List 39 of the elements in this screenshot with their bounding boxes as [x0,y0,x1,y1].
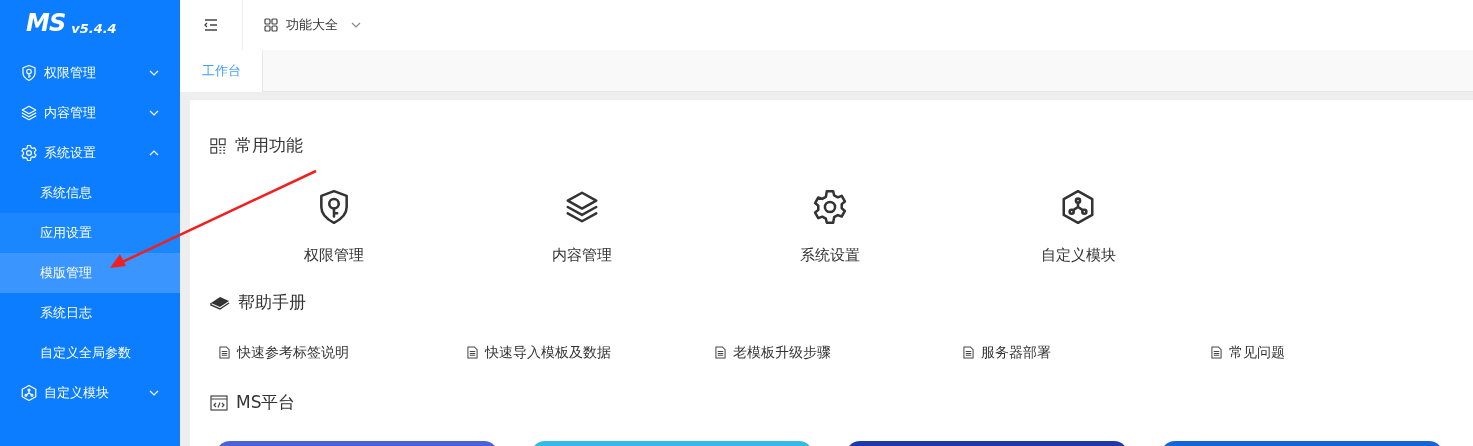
settings-icon [811,188,849,226]
section-title: 帮助手册 [238,290,306,314]
section-title: 常用功能 [235,134,303,158]
shield-key-icon [20,64,38,82]
shortcut-tile[interactable]: 内容管理 [458,188,706,267]
shortcut-tile[interactable]: 权限管理 [210,188,458,267]
book-icon [210,295,230,310]
help-link[interactable]: 快速参考标签说明 [219,342,467,363]
sidebar-submenu-item[interactable]: 系统日志 [0,293,180,333]
help-link[interactable]: 常见问题 [1211,342,1459,363]
shortcut-tile[interactable]: 自定义模块 [954,188,1202,267]
grid-icon [210,137,227,155]
document-icon [715,346,726,359]
code-window-icon [210,394,228,411]
document-icon [963,346,974,359]
document-icon [467,346,478,359]
sidebar-menu-item[interactable]: 内容管理 [0,93,180,133]
sidebar-submenu-item[interactable]: 应用设置 [0,213,180,253]
document-icon [219,346,230,359]
menu-icon [204,19,218,31]
section-title: MS平台 [236,390,296,414]
sidebar-menu-item[interactable]: 系统设置 [0,133,180,173]
grid-icon [264,18,278,32]
document-icon [1211,346,1222,359]
hexagon-nodes-icon [1059,188,1097,226]
sidebar-submenu-item[interactable]: 自定义全局参数 [0,333,180,373]
sidebar-menu-item[interactable]: 自定义模块 [0,373,180,413]
hexagon-nodes-icon [20,384,38,402]
settings-icon [20,144,38,162]
sidebar-menu-item[interactable]: 权限管理 [0,53,180,93]
help-link[interactable]: 快速导入模板及数据 [467,342,715,363]
sidebar-submenu-item[interactable]: 系统信息 [0,173,180,213]
layers-icon [20,104,38,122]
logo: MS [26,11,66,35]
shortcut-tile[interactable]: 系统设置 [706,188,954,267]
version-label: v5.4.4 [71,22,117,35]
help-link[interactable]: 老模板升级步骤 [715,342,963,363]
help-link[interactable]: 服务器部署 [963,342,1211,363]
feature-menu-button[interactable]: 功能大全 [264,15,362,35]
